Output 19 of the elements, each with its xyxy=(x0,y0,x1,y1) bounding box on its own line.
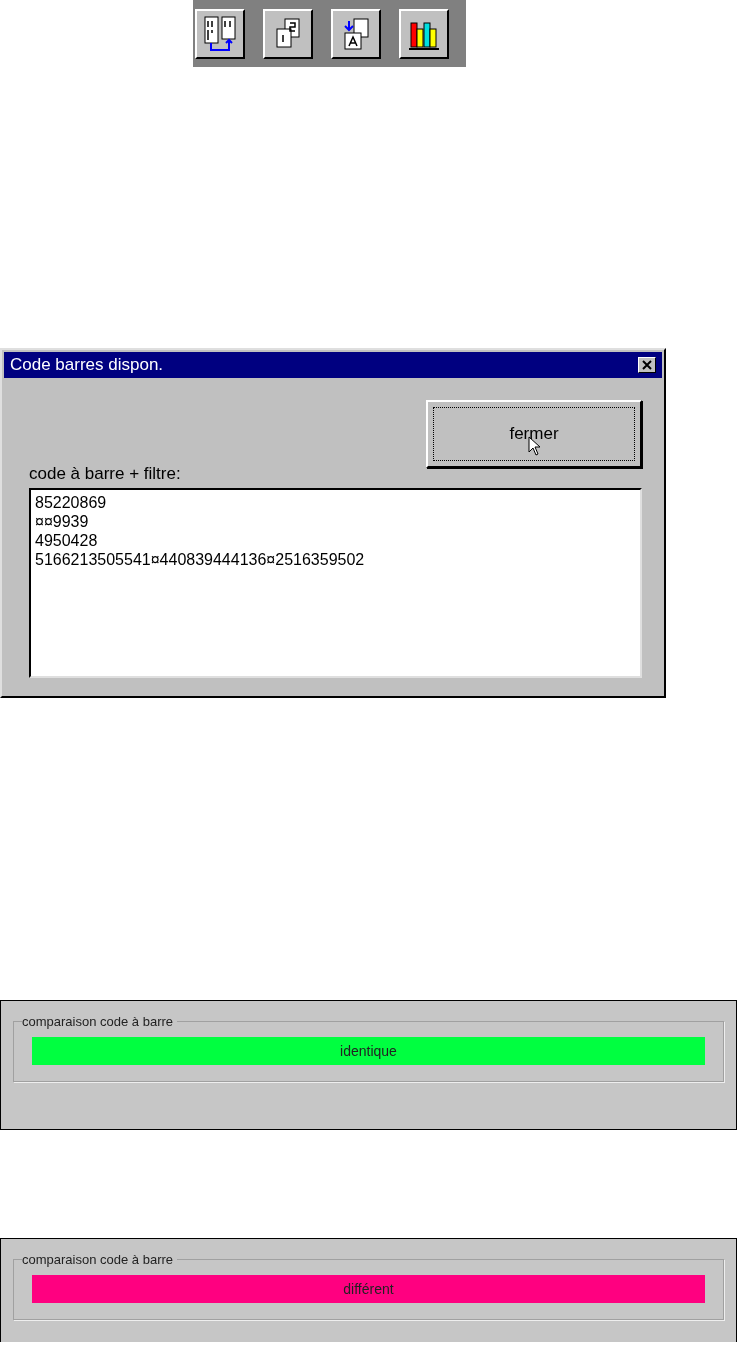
barcode-line: 85220869 xyxy=(35,493,108,512)
columns-icon xyxy=(203,14,237,53)
toolbar-button[interactable] xyxy=(399,8,449,59)
close-dialog-button[interactable]: fermer xyxy=(426,400,642,468)
toolbar-button[interactable] xyxy=(263,8,313,59)
result-text: différent xyxy=(343,1281,394,1297)
barcode-list-field[interactable]: 85220869 ¤¤9939 4950428 5166213505541¤440839444136¤2516359502 xyxy=(29,488,642,678)
field-label: code à barre + filtre: xyxy=(29,464,182,484)
result-text: identique xyxy=(340,1043,397,1059)
group-title: comparaison code à barre xyxy=(22,1252,178,1267)
toolbar-button[interactable] xyxy=(195,8,245,59)
barcode-line: 5166213505541¤440839444136¤2516359502 xyxy=(35,550,366,569)
barcode-line: 4950428 xyxy=(35,531,99,550)
barcode-line: ¤¤9939 xyxy=(35,512,90,531)
close-icon xyxy=(642,360,652,370)
window-title: Code barres dispon. xyxy=(10,355,164,375)
close-button[interactable] xyxy=(638,357,656,373)
group-title: comparaison code à barre xyxy=(22,1014,178,1029)
toolbar-button[interactable] xyxy=(331,8,381,59)
